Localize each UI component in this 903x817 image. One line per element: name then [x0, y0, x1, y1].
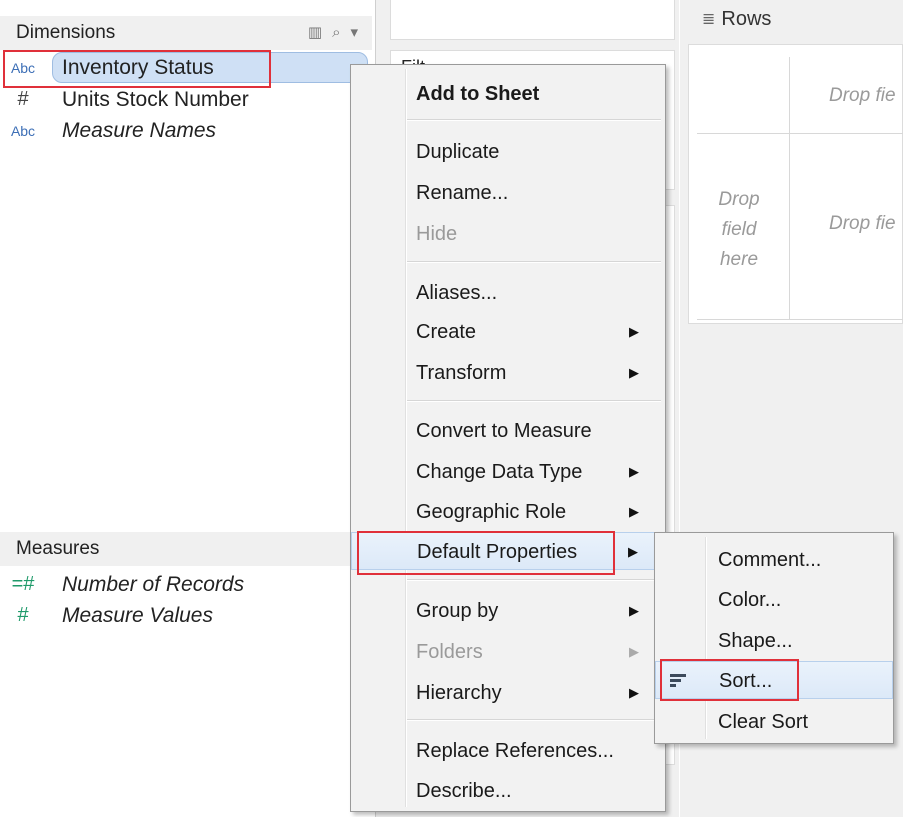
number-type-icon: # — [17, 604, 29, 626]
submenu-arrow-icon: ▶ — [629, 324, 639, 339]
field-label: Measure Names — [62, 118, 217, 142]
menu-item-label: Transform — [416, 362, 507, 384]
grid-line — [789, 57, 790, 319]
data-pane: Dimensions ▥ ⌕ ▾ Abc Inventory Status # … — [0, 0, 376, 817]
menu-item-describe[interactable]: Describe... — [351, 772, 665, 810]
field-context-menu: Add to Sheet Duplicate Rename... Hide Al… — [350, 64, 666, 812]
menu-item-hide[interactable]: Hide — [351, 215, 665, 253]
submenu-arrow-icon: ▶ — [629, 464, 639, 479]
menu-item-aliases[interactable]: Aliases... — [351, 274, 665, 312]
rows-icon: ≣ — [702, 11, 716, 28]
submenu-arrow-icon: ▶ — [628, 544, 638, 559]
view-toggle-icon[interactable]: ▥ — [308, 16, 322, 50]
menu-item-rename[interactable]: Rename... — [351, 174, 665, 212]
submenu-arrow-icon: ▶ — [629, 603, 639, 618]
number-type-icon: # — [17, 88, 29, 110]
menu-item-label: Hierarchy — [416, 682, 502, 704]
menu-separator — [407, 719, 661, 721]
menu-item-add-to-sheet[interactable]: Add to Sheet — [351, 75, 665, 113]
submenu-arrow-icon: ▶ — [629, 365, 639, 380]
viz-drop-area[interactable]: Drop fie Drop fie Drop field here — [688, 44, 903, 324]
measures-title: Measures — [16, 538, 100, 559]
calculated-number-icon: =# — [11, 573, 35, 595]
default-properties-submenu: Comment... Color... Shape... Sort... Cle… — [654, 532, 894, 744]
submenu-item-label: Sort... — [719, 670, 773, 692]
field-measure-values[interactable]: # Measure Values — [0, 600, 372, 631]
string-type-icon: Abc — [10, 59, 36, 76]
field-inventory-status[interactable]: Abc Inventory Status — [0, 52, 372, 83]
field-label: Units Stock Number — [62, 87, 249, 111]
menu-separator — [407, 261, 661, 263]
grid-line — [697, 319, 903, 320]
menu-item-label: Change Data Type — [416, 461, 583, 483]
submenu-item-shape[interactable]: Shape... — [655, 622, 893, 660]
menu-item-default-properties[interactable]: Default Properties ▶ — [351, 532, 665, 570]
menu-separator — [407, 579, 661, 581]
menu-item-transform[interactable]: Transform ▶ — [351, 354, 665, 392]
submenu-item-comment[interactable]: Comment... — [655, 541, 893, 579]
rows-shelf[interactable]: ≣ Rows — [688, 0, 903, 38]
field-measure-names[interactable]: Abc Measure Names — [0, 115, 372, 146]
string-type-icon: Abc — [10, 122, 36, 139]
submenu-item-sort[interactable]: Sort... — [655, 661, 893, 699]
drop-field-rows-hint[interactable]: Drop field here — [707, 185, 771, 275]
menu-item-folders[interactable]: Folders ▶ — [351, 633, 665, 671]
field-number-of-records[interactable]: =# Number of Records — [0, 569, 372, 600]
dimensions-title: Dimensions — [16, 22, 116, 43]
menu-item-create[interactable]: Create ▶ — [351, 313, 665, 351]
field-label: Measure Values — [62, 603, 213, 627]
field-units-stock-number[interactable]: # Units Stock Number — [0, 84, 372, 115]
menu-item-label: Create — [416, 321, 477, 343]
menu-item-group-by[interactable]: Group by ▶ — [351, 592, 665, 630]
chevron-down-icon[interactable]: ▾ — [350, 16, 358, 50]
menu-item-replace-references[interactable]: Replace References... — [351, 732, 665, 770]
grid-line — [697, 133, 903, 134]
submenu-item-clear-sort[interactable]: Clear Sort — [655, 703, 893, 741]
menu-item-label: Geographic Role — [416, 501, 567, 523]
drop-field-columns-hint[interactable]: Drop fie — [829, 85, 896, 107]
dimensions-header: Dimensions ▥ ⌕ ▾ — [0, 16, 372, 50]
menu-item-geographic-role[interactable]: Geographic Role ▶ — [351, 493, 665, 531]
submenu-arrow-icon: ▶ — [629, 644, 639, 659]
menu-item-duplicate[interactable]: Duplicate — [351, 133, 665, 171]
menu-item-change-data-type[interactable]: Change Data Type ▶ — [351, 453, 665, 491]
rows-label: Rows — [721, 7, 772, 30]
menu-separator — [407, 400, 661, 402]
drop-field-detail-hint[interactable]: Drop fie — [829, 213, 896, 235]
menu-separator — [407, 119, 661, 121]
menu-item-hierarchy[interactable]: Hierarchy ▶ — [351, 674, 665, 712]
submenu-arrow-icon: ▶ — [629, 504, 639, 519]
field-label: Inventory Status — [62, 55, 214, 79]
field-label: Number of Records — [62, 572, 245, 596]
search-icon[interactable]: ⌕ — [332, 16, 340, 50]
submenu-arrow-icon: ▶ — [629, 685, 639, 700]
dimensions-header-icons: ▥ ⌕ ▾ — [308, 16, 358, 50]
sort-icon — [670, 674, 686, 688]
menu-item-label: Default Properties — [417, 541, 578, 563]
menu-item-label: Group by — [416, 600, 499, 622]
measures-header: Measures — [0, 532, 372, 566]
menu-item-convert-to-measure[interactable]: Convert to Measure — [351, 412, 665, 450]
pages-shelf[interactable] — [390, 0, 675, 40]
submenu-item-color[interactable]: Color... — [655, 581, 893, 619]
menu-item-label: Folders — [416, 641, 483, 663]
